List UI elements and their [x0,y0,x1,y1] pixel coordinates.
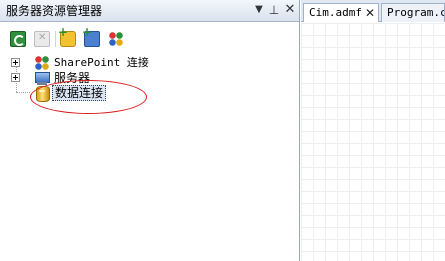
tree-item-label: SharePoint 连接 [54,56,149,69]
expand-icon[interactable] [11,58,20,67]
tree-item-data-connections[interactable]: 数据连接 [0,85,140,102]
panel-title: 服务器资源管理器 [6,4,103,18]
sharepoint-icon [34,55,50,71]
stop-icon[interactable] [34,31,50,47]
tree-item-label: 服务器 [54,71,91,85]
add-server-icon[interactable] [82,25,100,47]
close-panel-icon[interactable]: ✕ [283,3,297,17]
panel-header: 服务器资源管理器 ▼ ⊥ ✕ [0,0,299,22]
add-connection-icon[interactable] [58,25,76,47]
tab-program-cs[interactable]: Program.cs [381,3,445,22]
database-icon [34,85,50,102]
tree-item-label: 数据连接 [52,85,107,101]
tab-label: Program.cs [387,6,444,19]
tab-label: Cim.admf [309,6,362,19]
tab-cim-admf[interactable]: Cim.admf ✕ [303,3,379,22]
tree-item-sharepoint[interactable]: SharePoint 连接 [0,55,170,71]
document-tab-strip: Cim.admf ✕ Program.cs [301,0,445,22]
close-tab-icon[interactable]: ✕ [365,4,377,22]
panel-toolbar [0,23,299,55]
server-icon [34,70,50,86]
document-area: Cim.admf ✕ Program.cs [301,0,445,261]
designer-grid-surface[interactable] [301,23,445,261]
auto-hide-pin-icon[interactable]: ⊥ [267,3,281,17]
refresh-icon[interactable] [10,31,26,47]
expand-icon[interactable] [11,73,20,82]
sharepoint-connect-icon[interactable] [108,31,124,47]
toolbar-separator [55,31,56,47]
window-position-dropdown-icon[interactable]: ▼ [252,3,266,17]
server-explorer-panel: 服务器资源管理器 ▼ ⊥ ✕ SharePoint 连接 服务器 数据连接 [0,0,300,261]
tree-item-servers[interactable]: 服务器 [0,70,120,86]
